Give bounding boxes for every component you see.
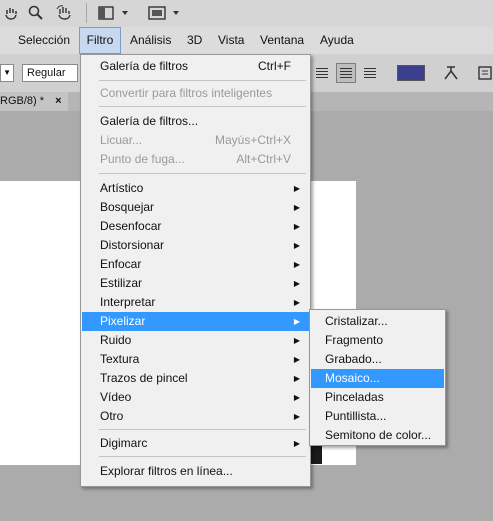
align-left-icon bbox=[316, 68, 328, 78]
close-icon[interactable]: × bbox=[55, 95, 61, 107]
pixelizar-submenu: Cristalizar... Fragmento Grabado... Mosa… bbox=[309, 309, 446, 446]
menu-item-video[interactable]: Vídeo ▶ bbox=[82, 388, 309, 407]
menu-item-trazos-de-pincel[interactable]: Trazos de pincel ▶ bbox=[82, 369, 309, 388]
menu-item-estilizar[interactable]: Estilizar ▶ bbox=[82, 274, 309, 293]
align-left-button[interactable] bbox=[312, 63, 332, 83]
menu-item-digimarc[interactable]: Digimarc ▶ bbox=[82, 434, 309, 453]
submenu-item-mosaico[interactable]: Mosaico... bbox=[311, 369, 444, 388]
menu-item-convertir-filtros-inteligentes: Convertir para filtros inteligentes bbox=[100, 86, 273, 100]
align-right-icon bbox=[364, 68, 376, 78]
menu-3d[interactable]: 3D bbox=[187, 27, 202, 54]
rotate-view-icon[interactable] bbox=[54, 3, 76, 23]
screen-mode-icon[interactable] bbox=[145, 3, 183, 23]
menu-filtro[interactable]: Filtro bbox=[79, 27, 121, 54]
submenu-arrow-icon: ▶ bbox=[293, 412, 300, 421]
chevron-down-icon: ▼ bbox=[3, 68, 11, 77]
text-color-swatch[interactable] bbox=[397, 65, 425, 81]
application-toolbar bbox=[0, 0, 493, 27]
submenu-arrow-icon: ▶ bbox=[293, 317, 300, 326]
submenu-arrow-icon: ▶ bbox=[293, 203, 300, 212]
align-center-icon bbox=[340, 68, 352, 78]
submenu-arrow-icon: ▶ bbox=[293, 355, 300, 364]
align-center-button[interactable] bbox=[336, 63, 356, 83]
submenu-item-fragmento[interactable]: Fragmento bbox=[311, 331, 444, 350]
document-tab[interactable]: RGB/8) * × bbox=[0, 92, 68, 111]
submenu-item-grabado[interactable]: Grabado... bbox=[311, 350, 444, 369]
menu-item-punto-de-fuga: Punto de fuga... Alt+Ctrl+V bbox=[100, 152, 291, 166]
menu-item-distorsionar[interactable]: Distorsionar ▶ bbox=[82, 236, 309, 255]
menu-item-galeria-filtros[interactable]: Galería de filtros... bbox=[82, 112, 309, 131]
menu-ayuda[interactable]: Ayuda bbox=[320, 27, 354, 54]
menu-item-interpretar[interactable]: Interpretar ▶ bbox=[82, 293, 309, 312]
align-right-button[interactable] bbox=[360, 63, 380, 83]
submenu-arrow-icon: ▶ bbox=[293, 374, 300, 383]
submenu-item-cristalizar[interactable]: Cristalizar... bbox=[311, 312, 444, 331]
character-panel-icon[interactable] bbox=[476, 63, 493, 83]
menu-item-licuar: Licuar... Mayús+Ctrl+X bbox=[100, 133, 291, 147]
filter-menu: Galería de filtros Ctrl+F Convertir para… bbox=[80, 54, 311, 487]
menu-item-pixelizar[interactable]: Pixelizar ▶ bbox=[82, 312, 309, 331]
menu-item-textura[interactable]: Textura ▶ bbox=[82, 350, 309, 369]
submenu-item-puntillista[interactable]: Puntillista... bbox=[311, 407, 444, 426]
menu-item-explorar-filtros[interactable]: Explorar filtros en línea... bbox=[82, 462, 309, 481]
font-style-field[interactable]: Regular bbox=[22, 64, 78, 82]
menu-item-bosquejar[interactable]: Bosquejar ▶ bbox=[82, 198, 309, 217]
document-tab-label: RGB/8) * bbox=[0, 95, 45, 107]
menu-ventana[interactable]: Ventana bbox=[260, 27, 304, 54]
submenu-arrow-icon: ▶ bbox=[293, 336, 300, 345]
font-family-field[interactable]: ▼ bbox=[0, 64, 14, 82]
menu-vista[interactable]: Vista bbox=[218, 27, 244, 54]
menu-item-artistico[interactable]: Artístico ▶ bbox=[82, 179, 309, 198]
zoom-tool-icon[interactable] bbox=[25, 3, 47, 23]
submenu-arrow-icon: ▶ bbox=[293, 298, 300, 307]
menu-item-galeria-filtros-last[interactable]: Galería de filtros Ctrl+F bbox=[82, 57, 309, 76]
menu-seleccion[interactable]: Selección bbox=[18, 27, 70, 54]
submenu-arrow-icon: ▶ bbox=[293, 222, 300, 231]
menu-item-desenfocar[interactable]: Desenfocar ▶ bbox=[82, 217, 309, 236]
arrange-documents-icon[interactable] bbox=[95, 3, 133, 23]
submenu-arrow-icon: ▶ bbox=[293, 241, 300, 250]
menu-item-enfocar[interactable]: Enfocar ▶ bbox=[82, 255, 309, 274]
menu-bar bbox=[0, 27, 493, 54]
submenu-arrow-icon: ▶ bbox=[293, 260, 300, 269]
submenu-arrow-icon: ▶ bbox=[293, 393, 300, 402]
menu-analisis[interactable]: Análisis bbox=[130, 27, 171, 54]
submenu-item-semitono-de-color[interactable]: Semitono de color... bbox=[311, 426, 444, 445]
menu-item-otro[interactable]: Otro ▶ bbox=[82, 407, 309, 426]
hand-tool-icon[interactable] bbox=[0, 3, 22, 23]
submenu-item-pinceladas[interactable]: Pinceladas bbox=[311, 388, 444, 407]
submenu-arrow-icon: ▶ bbox=[293, 279, 300, 288]
menu-item-ruido[interactable]: Ruido ▶ bbox=[82, 331, 309, 350]
submenu-arrow-icon: ▶ bbox=[293, 184, 300, 193]
warp-text-icon[interactable] bbox=[440, 63, 462, 83]
submenu-arrow-icon: ▶ bbox=[293, 439, 300, 448]
